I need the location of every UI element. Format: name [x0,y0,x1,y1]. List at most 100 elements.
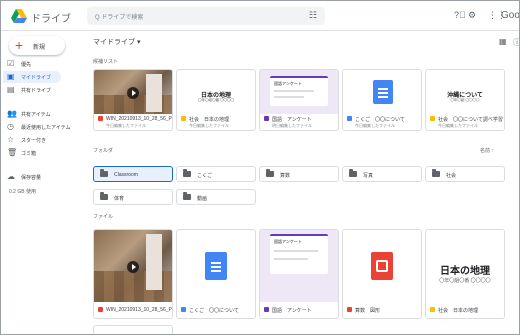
folder-label: 体育 [114,196,125,202]
sidebar-item-my-drive[interactable]: ▣ マイドライブ [3,71,61,83]
settings-icon[interactable]: ⚙ [468,10,476,21]
trash-icon: 🗑 [7,148,18,157]
sidebar-item-recent[interactable]: ◷ 最近使用したアイテム [3,121,71,133]
file-card[interactable]: こくご 〇〇について [176,229,256,319]
slides-file-icon [430,116,435,121]
search-box[interactable]: Q ドライブで検索 ☷ [87,7,325,25]
folder-item[interactable]: 算数 [259,166,339,182]
file-card[interactable]: 算数 図形 [342,229,422,319]
sidebar-item-label: 優先 [21,62,32,68]
file-name: 算数 図形 [355,308,381,314]
clock-icon: ◷ [7,122,14,131]
folder-label: 動画 [197,196,208,202]
drive-icon: ▣ [7,72,15,81]
breadcrumb[interactable]: マイドライブ ▾ [93,37,140,47]
folder-label: Classroom [114,172,138,178]
checkbox-icon: ☑ [7,59,15,68]
sidebar-item-label: 保存容量 [21,175,42,181]
folder-label: 社会 [446,173,457,179]
forms-file-icon [264,307,269,312]
doc-thumb-subtitle: 〇年〇組 〇〇〇〇 [450,98,480,102]
doc-thumb-subtitle: 〇年〇組〇番 〇〇〇〇 [198,98,234,102]
folder-label: 算数 [280,173,291,179]
folders-label: フォルダ [93,148,114,154]
folder-item[interactable]: 写真 [342,166,422,182]
sidebar-item-storage[interactable]: ☁ 保存容量 [3,171,61,183]
file-card[interactable]: 日本の地理 〇年〇組〇番 〇〇〇〇 社会 日本の地理 [425,229,505,319]
drive-logo-icon[interactable] [11,9,27,23]
sidebar-item-shared-drives[interactable]: ▤ 共有ドライブ [3,84,61,96]
quick-access-card[interactable]: 沖縄について 〇年〇組 〇〇〇〇 社会 〇〇について調べ学習 今日編集したファイ… [425,69,505,131]
document-thumbnail [343,70,421,116]
search-options-icon[interactable]: ☷ [309,10,317,21]
new-button[interactable]: + 新規 [9,36,65,55]
file-name: こくご 〇〇について [189,308,239,314]
file-subtitle: 今日編集したファイル [189,123,229,128]
sidebar-item-priority[interactable]: ☑ 優先 [3,58,61,70]
slides-file-icon [181,116,186,121]
sidebar-item-label: マイドライブ [21,75,52,81]
folder-icon [432,169,440,177]
forms-file-icon [264,116,269,121]
quick-access-card[interactable]: WIN_20210913_10_28_56_Pro 今日編集したファイル [93,69,173,131]
file-name: 社会 〇〇について調べ学習 [438,117,503,123]
app-title: ドライブ [31,14,71,25]
file-subtitle: 明日編集したファイル [272,123,312,128]
file-name: 国語 アンケート [272,308,312,314]
quick-access-card[interactable]: 日本の地理 〇年〇組〇番 〇〇〇〇 社会 日本の地理 今日編集したファイル [176,69,256,131]
form-thumb-title: 国語アンケート [274,239,302,244]
sidebar-item-label: 最近使用したアイテム [21,125,71,131]
folder-label: 写真 [363,173,374,179]
quick-access-card[interactable]: 国語アンケート 国語 アンケート 明日編集したファイル [259,69,339,131]
folder-item[interactable]: こくご [176,166,256,182]
sidebar-item-shared-with-me[interactable]: 👥 共有アイテム [3,108,61,120]
slides-file-icon [430,307,435,312]
slides-large-icon [371,252,393,280]
docs-large-icon [205,252,227,280]
file-subtitle: 今日編集したファイル [438,123,478,128]
form-thumbnail: 国語アンケート [260,70,338,116]
video-thumbnail [94,70,172,116]
new-button-label: 新規 [33,45,46,51]
sidebar-item-starred[interactable]: ☆ スター付き [3,134,61,146]
pdf-file-icon [347,307,352,312]
file-subtitle: 今日編集したファイル [355,123,395,128]
folder-icon [183,192,191,200]
google-logo: Goog [501,10,520,21]
folder-item[interactable]: 動画 [176,189,256,205]
folder-icon [266,169,274,177]
storage-usage-text: 0.2 GB 使用 [9,189,36,195]
cloud-icon: ☁ [7,172,15,181]
search-input[interactable]: Q ドライブで検索 [95,12,143,21]
docs-file-icon [347,116,352,121]
drive-window: ドライブ Q ドライブで検索 ☷ ?⃝ ⚙ ⋮⋮ Goog + 新規 ☑ 優先 … [0,0,520,335]
document-thumbnail: 日本の地理 〇年〇組〇番 〇〇〇〇 [426,230,504,304]
folder-icon [100,169,108,177]
quick-access-card[interactable]: こくご 〇〇について 今日編集したファイル [342,69,422,131]
sidebar-item-label: ゴミ箱 [21,151,37,157]
doc-thumb-title: 日本の地理 [440,266,490,277]
file-card[interactable]: WIN_20210913_10_28_56_Pr [93,229,173,319]
grid-view-icon[interactable]: ▦ [499,37,507,46]
info-icon[interactable]: ⓘ [513,37,519,48]
folder-icon [100,192,108,200]
file-card[interactable] [93,325,173,334]
quick-access-label: 候補リスト [93,59,119,65]
help-icon[interactable]: ?⃝ [454,10,466,20]
video-file-icon [98,307,103,312]
video-thumbnail [94,230,172,304]
file-card[interactable]: 国語アンケート 国語 アンケート [259,229,339,319]
sort-by-name-button[interactable]: 名前 ↑ [480,147,494,154]
file-subtitle: 今日編集したファイル [106,123,146,128]
shared-drive-icon: ▤ [7,85,15,94]
file-name: 社会 日本の地理 [438,308,479,314]
form-thumb-title: 国語アンケート [274,81,302,86]
doc-thumb-subtitle: 〇年〇組〇番 〇〇〇〇 [439,278,491,284]
sidebar-item-trash[interactable]: 🗑 ゴミ箱 [3,147,61,159]
docs-file-icon [181,307,186,312]
folder-item[interactable]: 社会 [425,166,505,182]
folder-item[interactable]: 体育 [93,189,173,205]
file-name: 国語 アンケート [272,117,312,123]
folder-item[interactable]: Classroom [93,166,173,182]
sidebar-item-label: スター付き [21,138,47,144]
